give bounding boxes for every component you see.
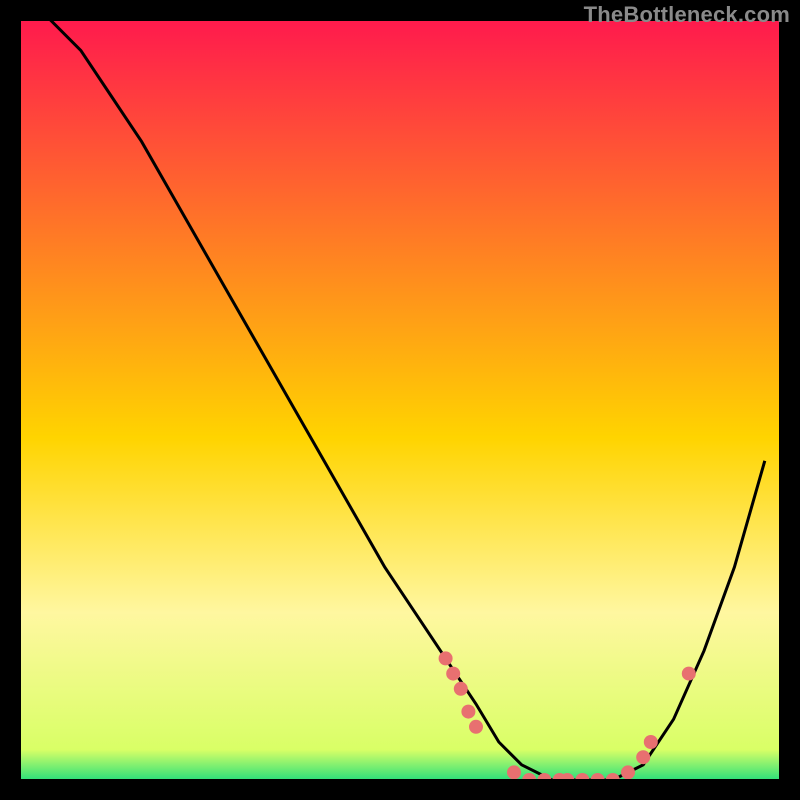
gradient-background bbox=[20, 20, 780, 780]
data-marker bbox=[469, 720, 483, 734]
watermark-text: TheBottleneck.com bbox=[584, 2, 790, 28]
data-marker bbox=[461, 705, 475, 719]
data-marker bbox=[621, 765, 635, 779]
data-marker bbox=[439, 651, 453, 665]
data-marker bbox=[507, 765, 521, 779]
data-marker bbox=[682, 667, 696, 681]
data-marker bbox=[446, 667, 460, 681]
data-marker bbox=[636, 750, 650, 764]
bottleneck-chart bbox=[20, 20, 780, 780]
data-marker bbox=[644, 735, 658, 749]
data-marker bbox=[454, 682, 468, 696]
